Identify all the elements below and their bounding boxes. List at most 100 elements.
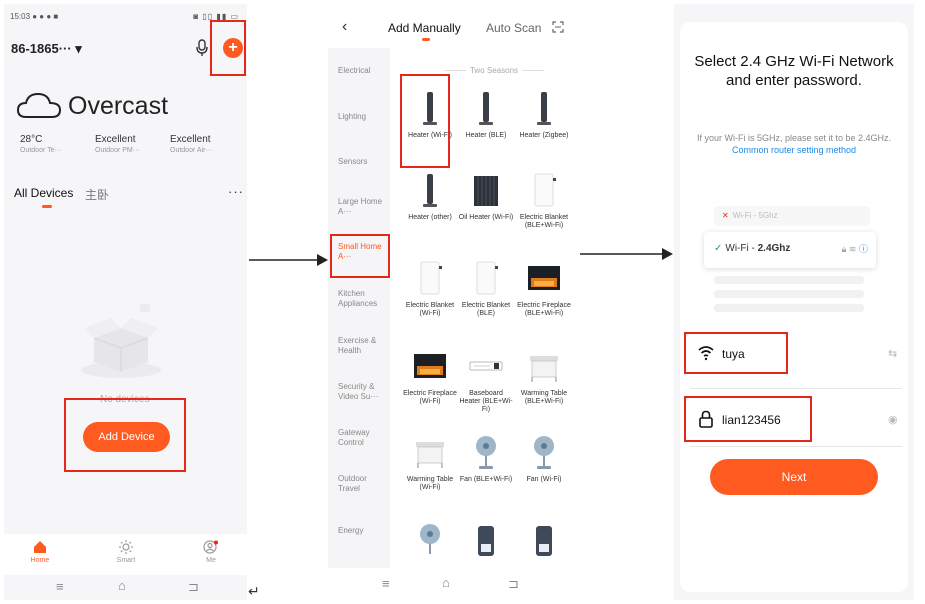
- home-button-icon[interactable]: ⌂: [442, 575, 450, 590]
- flow-arrow-icon: [580, 248, 673, 260]
- heater-icon: [537, 92, 551, 125]
- category-large-home[interactable]: Large Home A···: [338, 197, 388, 217]
- home-button-icon[interactable]: ⌂: [118, 578, 126, 593]
- category-sensors[interactable]: Sensors: [338, 157, 388, 167]
- device-label: Fan (BLE+Wi-Fi): [459, 476, 513, 483]
- nav-label: Home: [30, 557, 50, 564]
- heater-icon: [423, 92, 437, 125]
- device-blanket-ble-wifi[interactable]: Electric Blanket (BLE+Wi-Fi): [516, 170, 572, 230]
- ssid-field[interactable]: tuya ⇆: [690, 334, 900, 374]
- switch-network-icon[interactable]: ⇆: [888, 347, 897, 360]
- device-label: Warming Table (Wi-Fi): [406, 476, 454, 491]
- device-label: Electric Fireplace (Wi-Fi): [403, 390, 457, 405]
- category-energy[interactable]: Energy: [338, 526, 388, 536]
- category-lighting[interactable]: Lighting: [338, 112, 388, 122]
- wifi-setup-panel: Select 2.4 GHz Wi-Fi Network and enter p…: [674, 4, 914, 600]
- wifi-5ghz-item: ✕ Wi-Fi - 5Ghz: [714, 206, 870, 226]
- device-label: Fan (Wi-Fi): [526, 476, 562, 483]
- weather-stat-temp: 28°C Outdoor Te···: [20, 134, 62, 154]
- wifi-band: 2.4Ghz: [757, 243, 791, 254]
- device-label: Heater (Wi-Fi): [408, 132, 452, 139]
- nav-me[interactable]: Me: [186, 540, 236, 564]
- no-devices-text: No devices: [100, 394, 150, 405]
- tab-auto-scan[interactable]: Auto Scan: [486, 21, 541, 35]
- check-icon: ✓: [714, 243, 723, 254]
- back-button-icon[interactable]: ⊐: [188, 579, 199, 595]
- back-icon[interactable]: ‹: [342, 18, 347, 36]
- cross-icon: ✕: [722, 211, 729, 220]
- microphone-icon[interactable]: [195, 39, 209, 57]
- device-heater-zigbee[interactable]: Heater (Zigbee): [516, 88, 572, 140]
- tab-add-manually[interactable]: Add Manually: [388, 21, 461, 35]
- wifi-signal-icon: ≋: [848, 244, 857, 254]
- warming-table-icon: [416, 442, 444, 468]
- list-placeholder: [714, 276, 864, 284]
- device-oil-heater[interactable]: Oil Heater (Wi-Fi): [458, 170, 514, 222]
- humidifier-icon[interactable]: [524, 520, 564, 560]
- device-baseboard-heater[interactable]: Baseboard Heater (BLE+Wi-Fi): [458, 346, 514, 414]
- wifi-band: 5Ghz: [758, 211, 778, 220]
- baseboard-heater-icon: [469, 361, 503, 371]
- password-value: lian123456: [722, 413, 781, 427]
- lock-icon: [699, 410, 713, 428]
- device-fireplace-wifi[interactable]: Electric Fireplace (Wi-Fi): [402, 346, 458, 406]
- weather-stat-air: Excellent Outdoor Air···: [170, 134, 212, 154]
- cloud-icon: [16, 92, 62, 118]
- wifi-24ghz-item: ✓ Wi-Fi - 2.4Ghz 🔒︎ ≋ ⓘ: [704, 232, 876, 268]
- device-warming-table-wifi[interactable]: Warming Table (Wi-Fi): [402, 432, 458, 492]
- category-security[interactable]: Security & Video Su···: [338, 382, 388, 402]
- section-title: Two Seasons: [434, 66, 554, 75]
- add-device-panel: ‹ Add Manually Auto Scan Electrical Ligh…: [328, 4, 578, 600]
- category-exercise[interactable]: Exercise & Health: [338, 336, 388, 356]
- sun-icon: [119, 540, 133, 554]
- recent-apps-icon[interactable]: ≡: [382, 576, 390, 591]
- device-warming-table-ble-wifi[interactable]: Warming Table (BLE+Wi-Fi): [516, 346, 572, 406]
- device-label: Warming Table (BLE+Wi-Fi): [520, 390, 568, 405]
- add-device-button[interactable]: Add Device: [83, 422, 170, 452]
- recent-apps-icon[interactable]: ≡: [56, 579, 64, 594]
- blanket-icon: [420, 261, 442, 295]
- blanket-icon: [476, 261, 498, 295]
- nav-home[interactable]: Home: [15, 540, 65, 564]
- category-outdoor[interactable]: Outdoor Travel: [338, 474, 388, 494]
- category-kitchen[interactable]: Kitchen Appliances: [338, 289, 388, 309]
- device-label: Electric Blanket (BLE+Wi-Fi): [519, 214, 569, 229]
- device-heater-other[interactable]: Heater (other): [402, 170, 458, 222]
- divider: [690, 388, 902, 389]
- oil-heater-icon: [474, 176, 498, 206]
- home-selector[interactable]: 86-1865··· ▾: [11, 41, 82, 57]
- next-button[interactable]: Next: [710, 459, 878, 495]
- add-plus-icon[interactable]: +: [223, 38, 243, 58]
- more-options-icon[interactable]: ···: [228, 184, 244, 199]
- humidifier-icon[interactable]: [466, 520, 506, 560]
- nav-smart[interactable]: Smart: [101, 540, 151, 564]
- scan-icon[interactable]: [552, 21, 564, 33]
- device-label: Baseboard Heater (BLE+Wi-Fi): [459, 390, 513, 413]
- device-fireplace-ble-wifi[interactable]: Electric Fireplace (BLE+Wi-Fi): [516, 258, 572, 318]
- router-setting-link[interactable]: Common router setting method: [732, 145, 856, 155]
- device-fan-wifi[interactable]: Fan (Wi-Fi): [516, 432, 572, 484]
- fan-icon[interactable]: [410, 520, 450, 560]
- wifi-indicators: 🔒︎ ≋ ⓘ: [842, 242, 868, 255]
- status-bar-right: ◙ ▯▯ ▮▮ ▭: [193, 12, 239, 21]
- password-field[interactable]: lian123456 ◉: [690, 400, 900, 440]
- tab-all-devices[interactable]: All Devices: [14, 186, 73, 200]
- system-nav-bar: ≡ ⌂ ⊐: [4, 575, 247, 600]
- device-heater-wifi[interactable]: Heater (Wi-Fi): [402, 88, 458, 140]
- fan-icon: [534, 436, 554, 469]
- stat-value: Excellent: [170, 134, 211, 145]
- eye-icon[interactable]: ◉: [888, 413, 898, 426]
- device-blanket-wifi[interactable]: Electric Blanket (Wi-Fi): [402, 258, 458, 318]
- device-heater-ble[interactable]: Heater (BLE): [458, 88, 514, 140]
- category-gateway[interactable]: Gateway Control: [338, 428, 388, 448]
- back-button-icon[interactable]: ⊐: [508, 576, 519, 592]
- tab-room[interactable]: 主卧: [85, 186, 109, 203]
- device-fan-ble-wifi[interactable]: Fan (BLE+Wi-Fi): [458, 432, 514, 484]
- nav-label: Smart: [116, 557, 136, 564]
- category-electrical[interactable]: Electrical: [338, 66, 388, 76]
- empty-box-illustration: [81, 304, 161, 378]
- device-label: Electric Blanket (Wi-Fi): [405, 302, 455, 317]
- wifi-prefix: Wi-Fi -: [732, 211, 759, 220]
- device-blanket-ble[interactable]: Electric Blanket (BLE): [458, 258, 514, 318]
- category-small-home[interactable]: Small Home A···: [338, 242, 388, 262]
